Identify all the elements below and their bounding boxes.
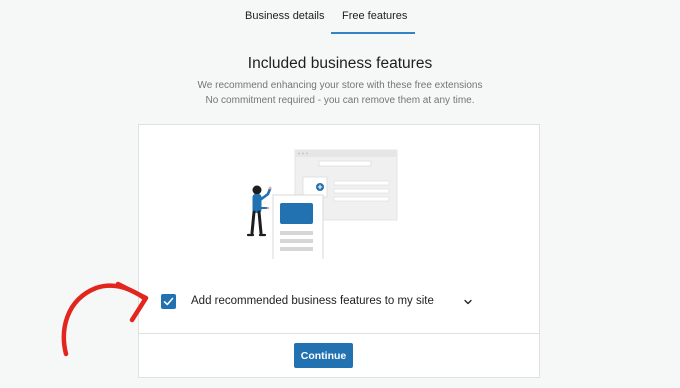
store-features-illustration [246, 149, 398, 259]
annotation-arrow-icon [61, 281, 149, 357]
recommended-features-checkbox[interactable] [161, 294, 176, 309]
chevron-down-icon[interactable] [462, 297, 474, 307]
recommended-features-option[interactable]: Add recommended business features to my … [159, 291, 479, 313]
card-divider [139, 333, 539, 334]
tab-free-features[interactable]: Free features [342, 10, 407, 22]
recommended-features-label[interactable]: Add recommended business features to my … [191, 295, 434, 307]
features-card: Add recommended business features to my … [138, 124, 540, 378]
page-title: Included business features [247, 55, 433, 72]
continue-button[interactable]: Continue [294, 343, 353, 368]
page-subtitle-line-2: No commitment required - you can remove … [205, 95, 475, 106]
tab-business-details[interactable]: Business details [245, 10, 325, 22]
tab-bar: Business details Free features [0, 0, 680, 34]
checkmark-icon [163, 297, 174, 306]
active-tab-indicator [331, 32, 415, 34]
page-subtitle-line-1: We recommend enhancing your store with t… [197, 80, 483, 91]
